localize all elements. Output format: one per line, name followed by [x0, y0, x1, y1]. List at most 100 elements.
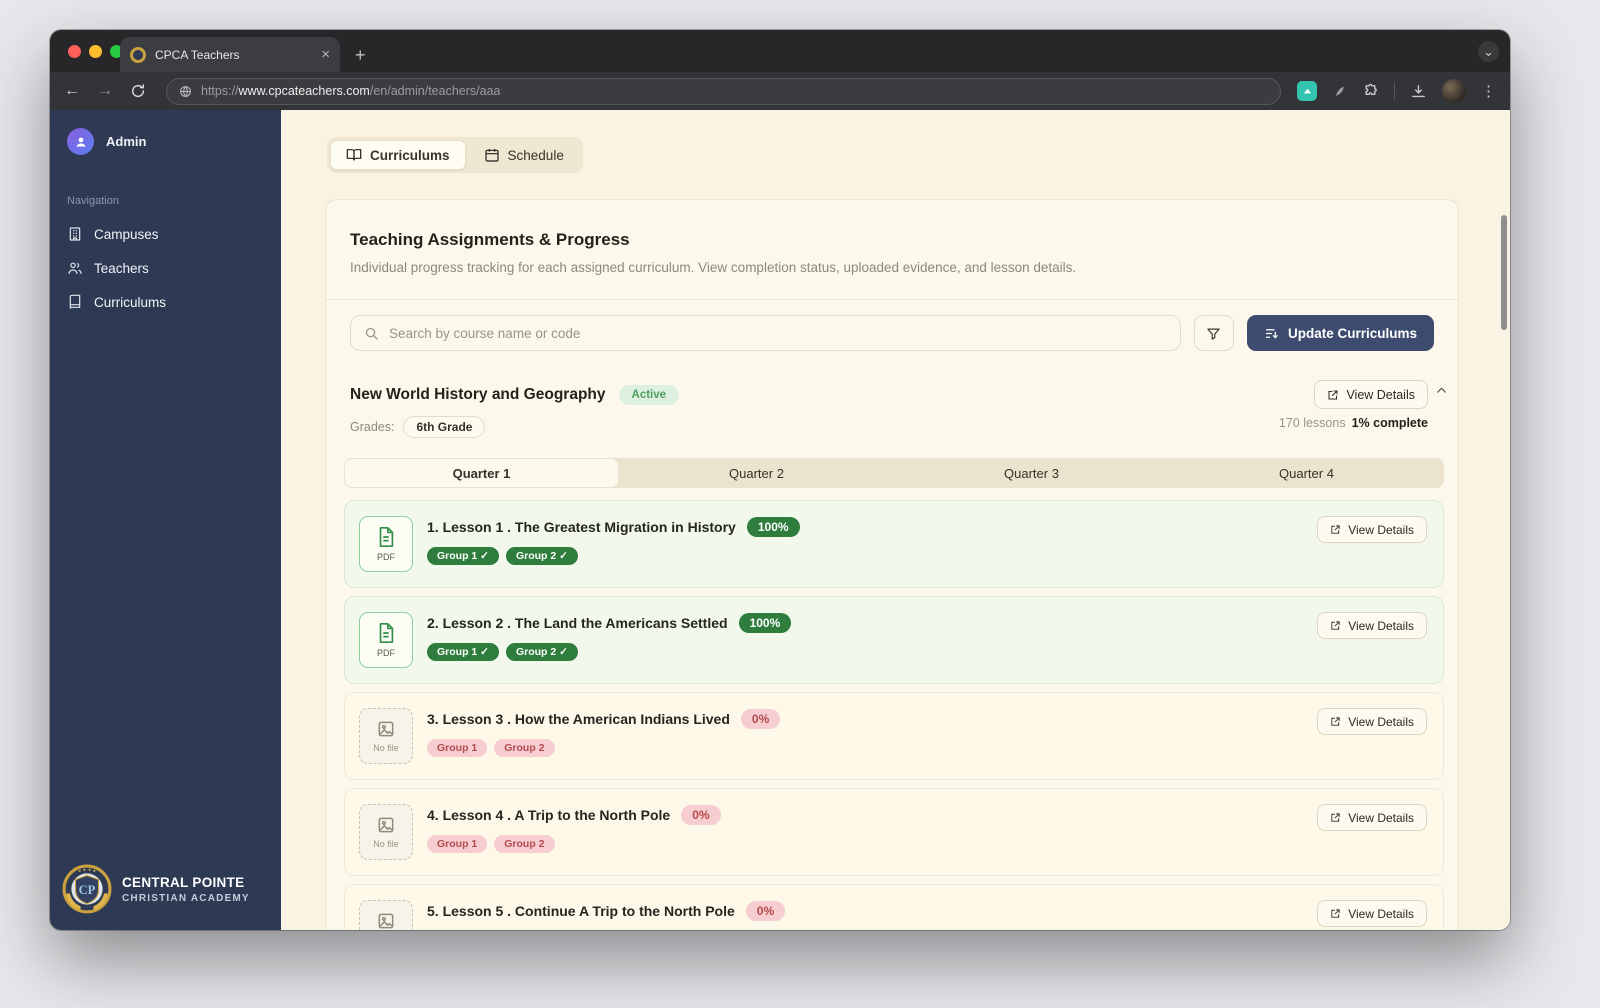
browser-tab[interactable]: CPCA Teachers ×	[120, 37, 340, 72]
progress-pill: 0%	[745, 901, 786, 921]
group-chip: Group 2	[494, 739, 555, 757]
browser-toolbar: ← → https://www.cpcateachers.com/en/admi…	[50, 72, 1510, 110]
building-icon	[67, 226, 83, 242]
url-text[interactable]: https://www.cpcateachers.com/en/admin/te…	[201, 84, 500, 98]
user-avatar	[67, 128, 94, 155]
no-file-thumbnail: No file	[359, 804, 413, 860]
sidebar-item-teachers[interactable]: Teachers	[50, 251, 281, 285]
toolbar-divider	[1394, 82, 1395, 100]
lesson-view-details-button[interactable]: View Details	[1317, 804, 1427, 831]
view-details-label: View Details	[1346, 387, 1415, 402]
search-input[interactable]	[389, 325, 1167, 341]
lesson-view-details-button[interactable]: View Details	[1317, 516, 1427, 543]
search-icon	[364, 326, 379, 341]
user-name-label: Admin	[106, 134, 147, 149]
new-tab-button[interactable]: +	[355, 46, 366, 64]
site-info-icon[interactable]	[179, 85, 192, 98]
group-chip: Group 2 ✓	[505, 547, 578, 565]
tab-quarter-4[interactable]: Quarter 4	[1169, 458, 1444, 488]
close-window-button[interactable]	[68, 45, 81, 58]
course-view-details-button[interactable]: View Details	[1314, 380, 1428, 409]
tab-schedule[interactable]: Schedule	[468, 140, 580, 170]
progress-pill: 0%	[740, 709, 781, 729]
calendar-icon	[484, 147, 500, 163]
search-box[interactable]	[350, 315, 1181, 351]
school-crest-icon: CP	[62, 864, 112, 914]
lesson-list: PDF 1. Lesson 1 . The Greatest Migration…	[326, 488, 1458, 930]
book-open-icon	[346, 147, 362, 163]
chevron-up-icon[interactable]	[1435, 384, 1448, 397]
pdf-file-thumbnail[interactable]: PDF	[359, 516, 413, 572]
tab-quarter-1[interactable]: Quarter 1	[344, 458, 619, 488]
tab-search-button[interactable]: ⌄	[1478, 41, 1499, 62]
view-details-label: View Details	[1348, 714, 1414, 729]
external-link-icon	[1327, 389, 1339, 401]
status-badge: Active	[618, 385, 680, 405]
sort-lines-icon	[1264, 326, 1279, 341]
scrollbar-thumb[interactable]	[1501, 215, 1507, 330]
sidebar-section-label: Navigation	[67, 195, 119, 207]
update-curriculums-button[interactable]: Update Curriculums	[1246, 315, 1434, 351]
sidebar-item-campuses[interactable]: Campuses	[50, 217, 281, 251]
book-icon	[67, 294, 83, 310]
downloads-icon[interactable]	[1410, 83, 1427, 100]
school-name-line2: CHRISTIAN ACADEMY	[122, 892, 250, 904]
address-bar[interactable]: https://www.cpcateachers.com/en/admin/te…	[166, 77, 1281, 105]
course-title: New World History and Geography	[350, 386, 606, 403]
reload-button[interactable]	[130, 83, 146, 99]
sidebar-item-curriculums[interactable]: Curriculums	[50, 285, 281, 319]
tab-close-icon[interactable]: ×	[321, 47, 330, 62]
lessons-count: 170 lessons	[1278, 416, 1346, 430]
tab-title: CPCA Teachers	[155, 47, 240, 62]
group-chip: Group 1 ✓	[427, 547, 499, 565]
minimize-window-button[interactable]	[89, 45, 102, 58]
assignments-card: Teaching Assignments & Progress Individu…	[325, 199, 1459, 930]
update-curriculums-label: Update Curriculums	[1287, 325, 1417, 341]
lesson-view-details-button[interactable]: View Details	[1317, 612, 1427, 639]
view-tabs: Curriculums Schedule	[327, 137, 583, 173]
pen-extension-icon[interactable]	[1332, 84, 1347, 99]
group-chip: Group 2 ✓	[505, 643, 578, 661]
external-link-icon	[1330, 524, 1341, 535]
grades-label: Grades:	[350, 420, 395, 434]
sidebar: Admin Navigation Campuses Teachers Curri…	[50, 110, 281, 930]
tab-quarter-3[interactable]: Quarter 3	[894, 458, 1169, 488]
file-type-label: PDF	[377, 552, 395, 562]
quarter-tabs: Quarter 1 Quarter 2 Quarter 3 Quarter 4	[344, 458, 1444, 488]
group-chip: Group 2	[494, 835, 555, 853]
file-type-label: No file	[373, 839, 399, 849]
browser-profile-avatar[interactable]	[1442, 79, 1466, 103]
back-button[interactable]: ←	[64, 82, 80, 100]
card-header: Teaching Assignments & Progress Individu…	[326, 200, 1458, 299]
progress-label: 1% complete	[1351, 416, 1428, 430]
external-link-icon	[1330, 620, 1341, 631]
progress-pill: 100%	[738, 613, 792, 633]
course-stats: 170 lessons 1% complete	[1279, 416, 1428, 430]
external-link-icon	[1330, 812, 1341, 823]
forward-button[interactable]: →	[97, 82, 113, 100]
group-chip: Group 1	[427, 835, 488, 853]
tab-curriculums[interactable]: Curriculums	[330, 140, 466, 170]
filter-button[interactable]	[1193, 315, 1234, 351]
lesson-view-details-button[interactable]: View Details	[1317, 708, 1427, 735]
sidebar-user[interactable]: Admin	[50, 110, 281, 165]
lesson-title: 2. Lesson 2 . The Land the Americans Set…	[427, 615, 728, 631]
no-file-thumbnail: No file	[359, 708, 413, 764]
tab-label: Curriculums	[370, 147, 450, 163]
extensions-puzzle-icon[interactable]	[1362, 83, 1379, 100]
pdf-file-thumbnail[interactable]: PDF	[359, 612, 413, 668]
svg-text:CP: CP	[79, 883, 96, 897]
lesson-title: 3. Lesson 3 . How the American Indians L…	[427, 711, 730, 727]
view-details-label: View Details	[1348, 810, 1414, 825]
tab-quarter-2[interactable]: Quarter 2	[619, 458, 894, 488]
lesson-view-details-button[interactable]: View Details	[1317, 900, 1427, 927]
browser-tab-strip: CPCA Teachers × + ⌄	[50, 30, 1510, 72]
toolbar-extension-area: ⋮	[1297, 79, 1496, 103]
teal-extension-icon[interactable]	[1297, 81, 1317, 101]
progress-pill: 0%	[681, 805, 721, 825]
browser-menu-icon[interactable]: ⋮	[1481, 82, 1496, 100]
school-name-line1: CENTRAL POINTE	[122, 874, 245, 890]
tab-label: Schedule	[507, 147, 564, 163]
users-icon	[67, 260, 83, 276]
group-chip: Group 1 ✓	[427, 643, 499, 661]
